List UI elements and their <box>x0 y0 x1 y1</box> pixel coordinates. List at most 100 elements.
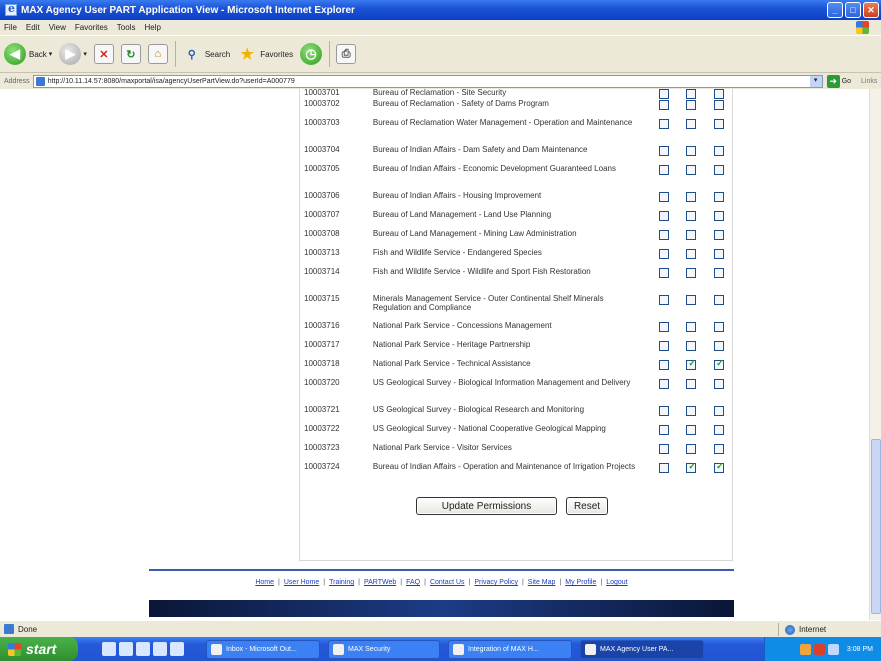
permission-checkbox-2[interactable] <box>686 425 697 435</box>
minimize-icon[interactable]: _ <box>827 2 843 18</box>
permission-checkbox-2[interactable] <box>686 230 697 240</box>
print-button[interactable]: ⎙ <box>336 44 357 64</box>
task-max-security[interactable]: MAX Security <box>328 639 440 659</box>
task-outlook[interactable]: Inbox - Microsoft Out... <box>206 639 320 659</box>
maximize-icon[interactable]: □ <box>845 2 861 18</box>
quick-launch-app-icon[interactable] <box>170 642 184 656</box>
permission-checkbox-2[interactable] <box>686 359 697 370</box>
permission-checkbox-1[interactable] <box>658 268 669 278</box>
permission-checkbox-2[interactable] <box>686 192 697 202</box>
permission-checkbox-3[interactable] <box>714 462 725 473</box>
permission-checkbox-3[interactable] <box>714 89 725 99</box>
menu-view[interactable]: View <box>49 23 66 32</box>
permission-checkbox-1[interactable] <box>658 379 669 389</box>
tray-app-icon[interactable] <box>799 643 811 655</box>
address-dropdown-icon[interactable]: ▾ <box>809 75 822 87</box>
vertical-scrollbar[interactable] <box>869 89 881 620</box>
permission-checkbox-2[interactable] <box>686 295 697 305</box>
task-integration[interactable]: Integration of MAX H... <box>448 639 572 659</box>
permission-checkbox-2[interactable] <box>686 89 697 99</box>
permission-checkbox-1[interactable] <box>658 295 669 305</box>
footer-link-contact-us[interactable]: Contact Us <box>430 579 465 586</box>
permission-checkbox-3[interactable] <box>714 165 725 175</box>
refresh-button[interactable]: ↻ <box>120 44 141 64</box>
quick-launch-outlook-icon[interactable] <box>119 642 133 656</box>
close-icon[interactable]: ✕ <box>863 2 879 18</box>
permission-checkbox-2[interactable] <box>686 322 697 332</box>
update-permissions-button[interactable]: Update Permissions <box>416 497 557 515</box>
permission-checkbox-1[interactable] <box>658 119 669 129</box>
permission-checkbox-3[interactable] <box>714 425 725 435</box>
go-button[interactable]: ➜ Go <box>826 74 851 88</box>
permission-checkbox-2[interactable] <box>686 341 697 351</box>
start-button[interactable]: start <box>0 637 78 661</box>
permission-checkbox-1[interactable] <box>658 463 669 473</box>
permission-checkbox-3[interactable] <box>714 444 725 454</box>
task-max-agency[interactable]: MAX Agency User PA... <box>580 639 704 659</box>
tray-network-icon[interactable] <box>827 643 839 655</box>
scrollbar-thumb[interactable] <box>871 439 881 614</box>
permission-checkbox-3[interactable] <box>714 341 725 351</box>
search-button[interactable]: ⚲ Search <box>182 44 230 64</box>
footer-link-privacy-policy[interactable]: Privacy Policy <box>474 579 518 586</box>
permission-checkbox-2[interactable] <box>686 462 697 473</box>
quick-launch-desktop-icon[interactable] <box>136 642 150 656</box>
permission-checkbox-3[interactable] <box>714 322 725 332</box>
footer-link-partweb[interactable]: PARTWeb <box>364 579 396 586</box>
home-button[interactable]: ⌂ <box>147 44 168 64</box>
menu-favorites[interactable]: Favorites <box>75 23 108 32</box>
permission-checkbox-3[interactable] <box>714 379 725 389</box>
permission-checkbox-3[interactable] <box>714 230 725 240</box>
back-dropdown-icon[interactable]: ▾ <box>49 50 53 58</box>
permission-checkbox-1[interactable] <box>658 146 669 156</box>
stop-button[interactable]: ✕ <box>93 44 114 64</box>
permission-checkbox-3[interactable] <box>714 359 725 370</box>
footer-link-training[interactable]: Training <box>329 579 354 586</box>
permission-checkbox-3[interactable] <box>714 211 725 221</box>
permission-checkbox-3[interactable] <box>714 146 725 156</box>
permission-checkbox-2[interactable] <box>686 444 697 454</box>
permission-checkbox-1[interactable] <box>658 249 669 259</box>
menu-tools[interactable]: Tools <box>117 23 136 32</box>
quick-launch-word-icon[interactable] <box>153 642 167 656</box>
permission-checkbox-3[interactable] <box>714 249 725 259</box>
permission-checkbox-3[interactable] <box>714 100 725 110</box>
favorites-button[interactable]: ★ Favorites <box>237 44 293 64</box>
permission-checkbox-2[interactable] <box>686 406 697 416</box>
reset-button[interactable]: Reset <box>566 497 608 515</box>
footer-link-site-map[interactable]: Site Map <box>528 579 556 586</box>
permission-checkbox-2[interactable] <box>686 119 697 129</box>
permission-checkbox-3[interactable] <box>714 406 725 416</box>
permission-checkbox-1[interactable] <box>658 211 669 221</box>
tray-security-icon[interactable] <box>813 643 825 655</box>
permission-checkbox-1[interactable] <box>658 230 669 240</box>
permission-checkbox-2[interactable] <box>686 100 697 110</box>
clock[interactable]: 3:08 PM <box>847 646 873 653</box>
permission-checkbox-1[interactable] <box>658 406 669 416</box>
menu-file[interactable]: File <box>4 23 17 32</box>
history-button[interactable]: ◷ <box>300 43 323 65</box>
forward-dropdown-icon[interactable]: ▾ <box>83 50 87 58</box>
links-button[interactable]: Links <box>861 78 877 85</box>
permission-checkbox-1[interactable] <box>658 192 669 202</box>
quick-launch-ie-icon[interactable] <box>102 642 116 656</box>
permission-checkbox-3[interactable] <box>714 268 725 278</box>
footer-link-my-profile[interactable]: My Profile <box>565 579 596 586</box>
footer-link-home[interactable]: Home <box>255 579 274 586</box>
permission-checkbox-3[interactable] <box>714 119 725 129</box>
footer-link-faq[interactable]: FAQ <box>406 579 420 586</box>
permission-checkbox-3[interactable] <box>714 192 725 202</box>
permission-checkbox-1[interactable] <box>658 165 669 175</box>
permission-checkbox-2[interactable] <box>686 165 697 175</box>
permission-checkbox-1[interactable] <box>658 360 669 370</box>
menu-help[interactable]: Help <box>144 23 160 32</box>
permission-checkbox-1[interactable] <box>658 100 669 110</box>
permission-checkbox-1[interactable] <box>658 322 669 332</box>
footer-link-logout[interactable]: Logout <box>606 579 627 586</box>
permission-checkbox-1[interactable] <box>658 425 669 435</box>
footer-link-user-home[interactable]: User Home <box>284 579 319 586</box>
menu-edit[interactable]: Edit <box>26 23 40 32</box>
permission-checkbox-3[interactable] <box>714 295 725 305</box>
forward-button[interactable]: ▶ ▾ <box>59 43 87 65</box>
permission-checkbox-2[interactable] <box>686 379 697 389</box>
